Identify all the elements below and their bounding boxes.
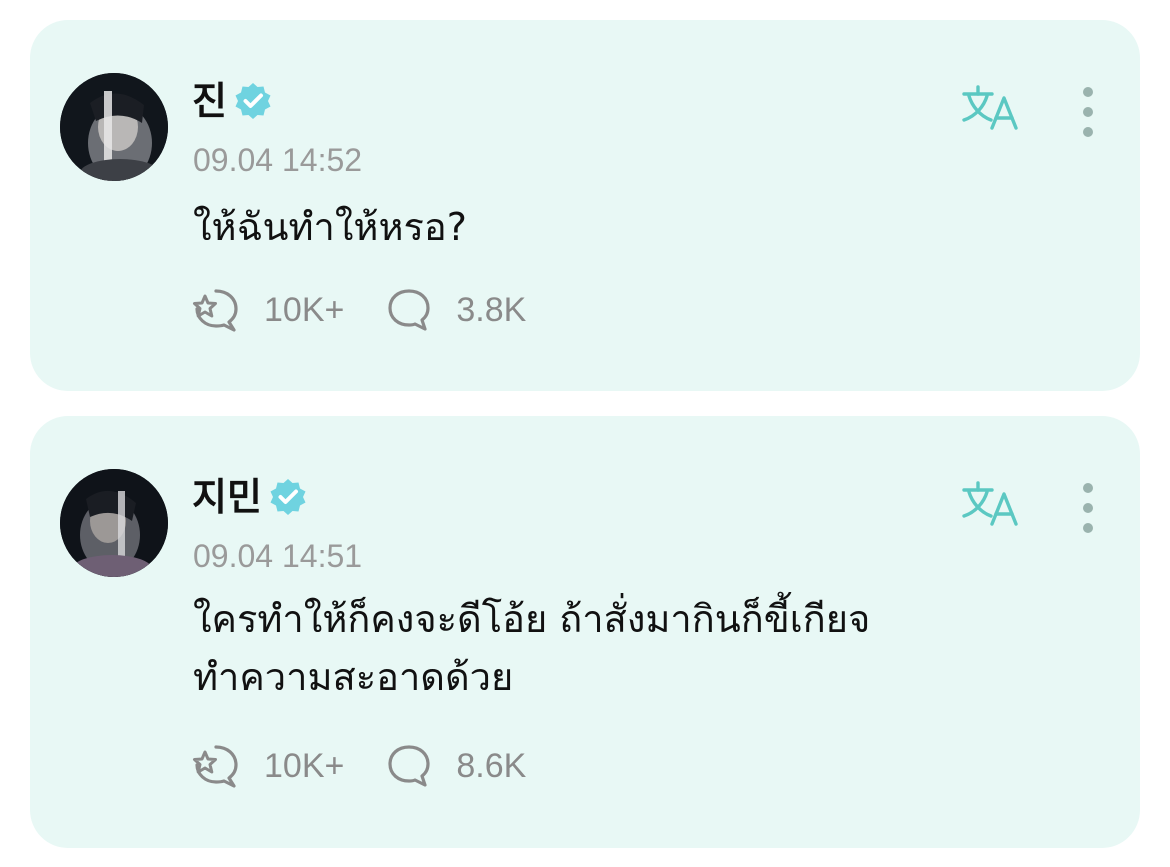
more-vertical-icon[interactable] [1066,87,1110,146]
verified-badge-icon [268,477,308,517]
author-row: 진 [192,76,273,126]
comment-count: 8.6K [456,746,527,785]
author-row: 지민 [192,472,308,522]
like-stat[interactable]: 10K+ [192,285,344,335]
like-stat[interactable]: 10K+ [192,741,344,791]
translate-icon[interactable] [960,85,1022,138]
like-count: 10K+ [264,290,345,329]
post-timestamp: 09.04 14:52 [193,142,363,178]
post-card[interactable]: 지민 09.04 14:51 ใครทำให้ก็คงจะดีโอ้ย ถ้าส… [30,416,1140,848]
post-timestamp: 09.04 14:51 [193,538,363,574]
author-name[interactable]: 진 [192,76,227,126]
verified-badge-icon [233,81,273,121]
like-star-bubble-icon[interactable] [192,741,242,791]
post-stats: 10K+ 3.8K [192,285,566,335]
comment-stat[interactable]: 3.8K [384,285,526,335]
like-count: 10K+ [264,746,345,785]
post-card[interactable]: 진 09.04 14:52 ให้ฉันทำให้หรอ? 10K+ 3.8K [30,20,1140,391]
post-text: ใครทำให้ก็คงจะดีโอ้ย ถ้าสั่งมากินก็ขี้เก… [193,597,871,699]
comment-count: 3.8K [456,290,527,329]
post-stats: 10K+ 8.6K [192,741,566,791]
author-name[interactable]: 지민 [192,472,262,522]
like-star-bubble-icon[interactable] [192,285,242,335]
comment-bubble-icon[interactable] [384,741,434,791]
avatar[interactable] [60,469,168,577]
more-vertical-icon[interactable] [1066,483,1110,542]
more-options-button[interactable] [1066,82,1110,142]
translate-icon[interactable] [960,481,1022,534]
post-text: ให้ฉันทำให้หรอ? [193,205,467,249]
more-options-button[interactable] [1066,478,1110,538]
avatar[interactable] [60,73,168,181]
comment-bubble-icon[interactable] [384,285,434,335]
comment-stat[interactable]: 8.6K [384,741,526,791]
translate-button[interactable] [960,478,1022,530]
translate-button[interactable] [960,82,1022,134]
